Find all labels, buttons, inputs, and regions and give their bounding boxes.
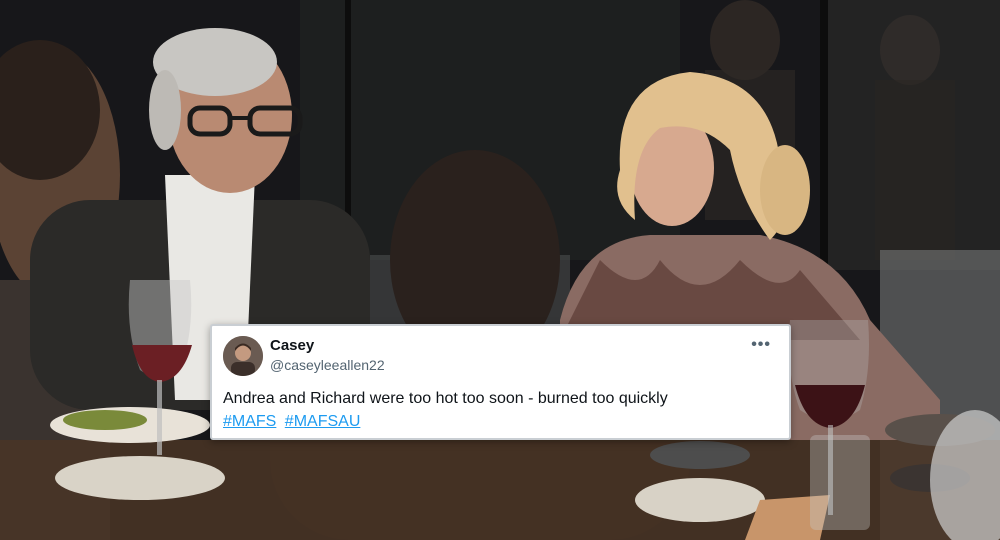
profile-photo-icon (223, 336, 263, 376)
tweet-card[interactable]: Casey @caseyleeallen22 ••• Andrea and Ri… (210, 324, 791, 440)
user-handle[interactable]: @caseyleeallen22 (270, 357, 385, 373)
ellipsis-icon[interactable]: ••• (751, 336, 771, 354)
avatar[interactable] (223, 336, 263, 376)
hashtag-list: #MAFS #MAFSAU (223, 413, 364, 431)
display-name[interactable]: Casey (270, 337, 314, 354)
hashtag-link[interactable]: #MAFS (223, 413, 276, 430)
tweet-text: Andrea and Richard were too hot too soon… (223, 390, 668, 407)
background-photo (0, 0, 1000, 540)
dinner-scene-illustration (0, 0, 1000, 540)
hashtag-link[interactable]: #MAFSAU (285, 413, 361, 430)
